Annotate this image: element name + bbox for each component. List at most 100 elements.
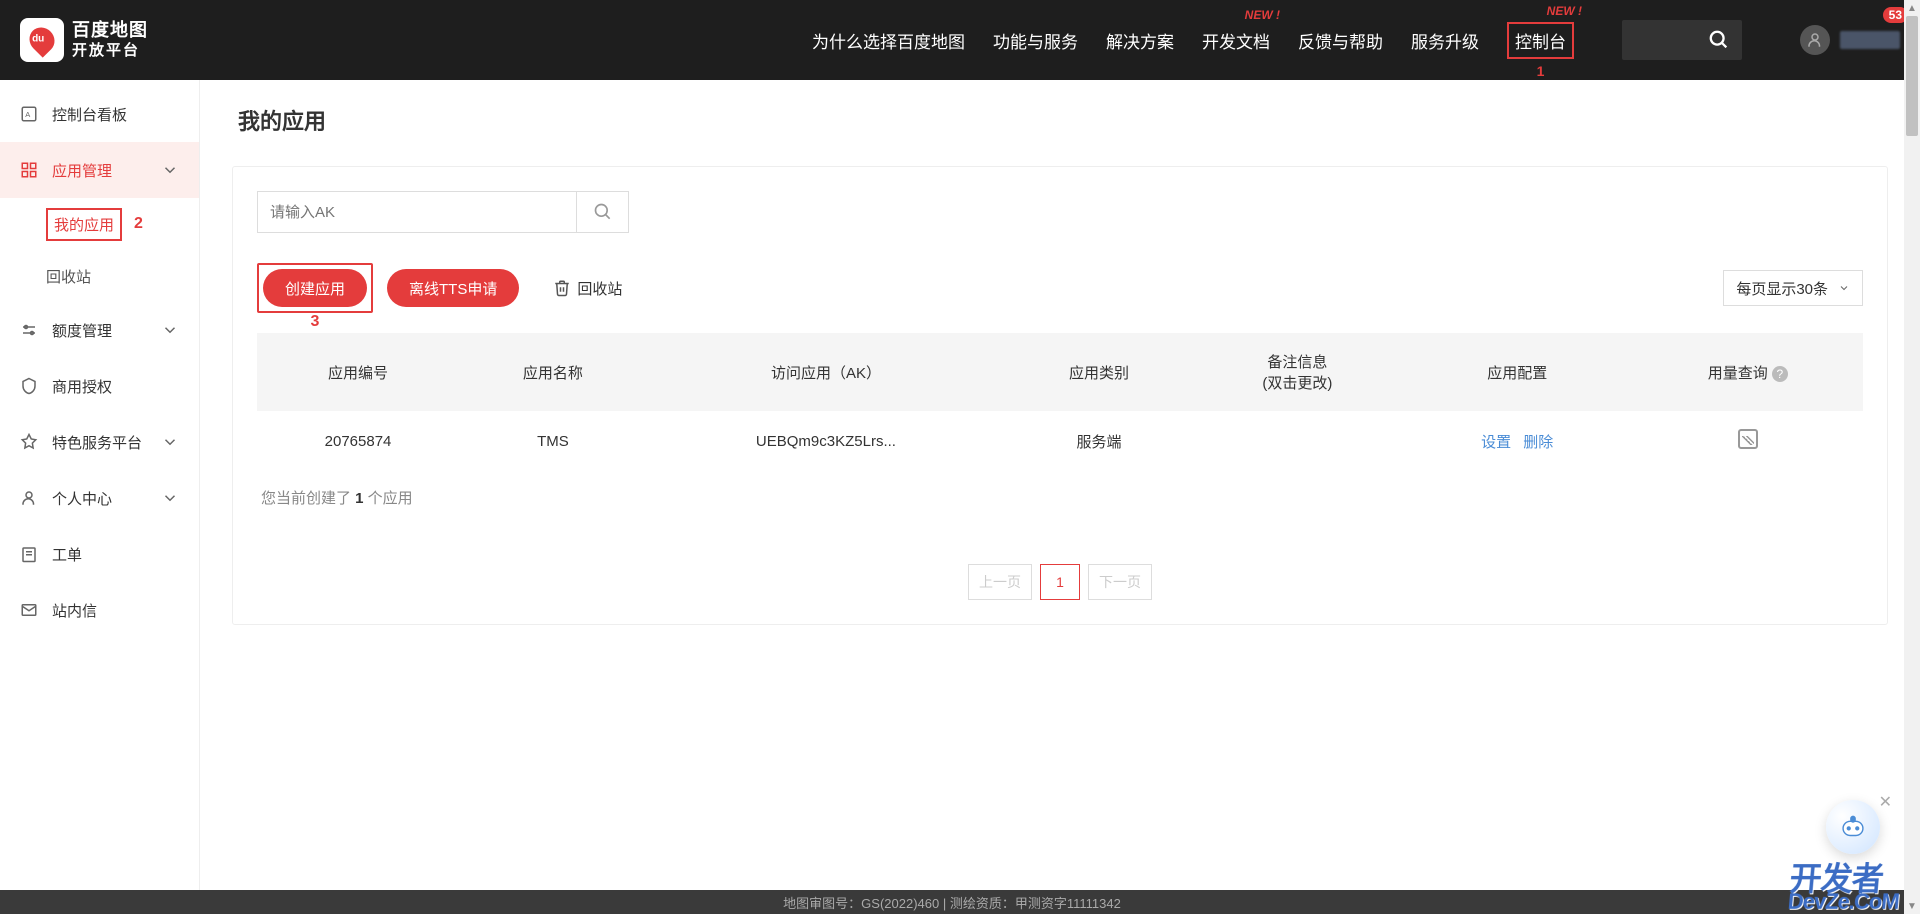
- nav-feedback[interactable]: 反馈与帮助: [1298, 28, 1383, 53]
- ak-input[interactable]: [257, 191, 577, 233]
- sidebar-recycle[interactable]: 回收站: [0, 250, 199, 302]
- th-type: 应用类别: [1005, 333, 1193, 411]
- cell-remark[interactable]: [1193, 411, 1402, 471]
- nav-solutions[interactable]: 解决方案: [1106, 28, 1174, 53]
- cell-id: 20765874: [257, 411, 459, 471]
- next-page-button[interactable]: 下一页: [1088, 564, 1152, 600]
- annotation-2: 2: [134, 215, 143, 233]
- sliders-icon: [20, 321, 38, 339]
- logo-icon: [20, 18, 64, 62]
- sidebar-special[interactable]: 特色服务平台: [0, 414, 199, 470]
- th-ak: 访问应用（AK）: [647, 333, 1005, 411]
- page-size-select[interactable]: 每页显示30条: [1723, 270, 1863, 306]
- scroll-up-icon[interactable]: ▲: [1904, 0, 1920, 16]
- sidebar-label: 应用管理: [52, 160, 112, 181]
- logo[interactable]: 百度地图 开放平台: [20, 18, 148, 62]
- new-badge: NEW !: [1245, 8, 1280, 22]
- robot-icon: [1836, 810, 1870, 844]
- th-id: 应用编号: [257, 333, 459, 411]
- sidebar-label: 工单: [52, 544, 82, 565]
- sidebar-label: 商用授权: [52, 376, 112, 397]
- header-search[interactable]: [1622, 20, 1742, 60]
- table-row: 20765874 TMS UEBQm9c3KZ5Lrs... 服务端 设置 删除: [257, 411, 1863, 471]
- ak-search-button[interactable]: [577, 191, 629, 233]
- nav-why[interactable]: 为什么选择百度地图: [812, 28, 965, 53]
- cell-config: 设置 删除: [1402, 411, 1633, 471]
- scrollbar-thumb[interactable]: [1906, 16, 1918, 136]
- annotation-3: 3: [311, 313, 320, 331]
- create-app-wrapper: 创建应用 3: [257, 263, 373, 313]
- sidebar-my-apps[interactable]: 我的应用 2: [0, 198, 199, 250]
- chart-icon[interactable]: [1738, 429, 1758, 449]
- nav-upgrade[interactable]: 服务升级: [1411, 28, 1479, 53]
- chatbot-close-button[interactable]: ✕: [1879, 792, 1892, 812]
- chevron-down-icon: [161, 489, 179, 507]
- user-area[interactable]: 53: [1800, 25, 1900, 55]
- sidebar-label: 额度管理: [52, 320, 112, 341]
- summary-text: 您当前创建了 1 个应用: [257, 471, 1863, 524]
- th-usage: 用量查询?: [1633, 333, 1863, 411]
- sidebar: A 控制台看板 应用管理 我的应用 2 回收站 额度管理 商用授权 特色服务平台: [0, 80, 200, 914]
- tts-apply-button[interactable]: 离线TTS申请: [387, 269, 519, 307]
- sidebar-label: 站内信: [52, 600, 97, 621]
- chatbot-button[interactable]: [1826, 800, 1880, 854]
- sidebar-label: 控制台看板: [52, 104, 127, 125]
- recycle-link[interactable]: 回收站: [553, 278, 622, 299]
- prev-page-button[interactable]: 上一页: [968, 564, 1032, 600]
- trash-icon: [553, 279, 571, 297]
- th-config: 应用配置: [1402, 333, 1633, 411]
- mail-icon: [20, 601, 38, 619]
- scroll-down-icon[interactable]: ▼: [1904, 898, 1920, 914]
- grid-icon: [20, 161, 38, 179]
- config-set-link[interactable]: 设置: [1481, 434, 1511, 451]
- sidebar-label: 特色服务平台: [52, 432, 142, 453]
- th-remark: 备注信息 (双击更改): [1193, 333, 1402, 411]
- cell-type: 服务端: [1005, 411, 1193, 471]
- dashboard-icon: A: [20, 105, 38, 123]
- top-nav: 为什么选择百度地图 功能与服务 解决方案 NEW ! 开发文档 反馈与帮助 服务…: [812, 20, 1900, 60]
- th-name: 应用名称: [459, 333, 647, 411]
- scrollbar[interactable]: ▲ ▼: [1904, 0, 1920, 914]
- page-title: 我的应用: [238, 104, 1888, 136]
- create-app-button[interactable]: 创建应用: [263, 269, 367, 307]
- sidebar-dashboard[interactable]: A 控制台看板: [0, 86, 199, 142]
- chevron-down-icon: [161, 321, 179, 339]
- cell-ak: UEBQm9c3KZ5Lrs...: [647, 411, 1005, 471]
- nav-console[interactable]: NEW ! 控制台 1: [1507, 22, 1574, 59]
- footer: 地图审图号：GS(2022)460 | 测绘资质：甲测资字11111342: [0, 890, 1904, 914]
- cell-usage[interactable]: [1633, 411, 1863, 471]
- logo-text: 百度地图 开放平台: [72, 20, 148, 60]
- search-icon: [593, 202, 613, 222]
- sidebar-quota[interactable]: 额度管理: [0, 302, 199, 358]
- sidebar-messages[interactable]: 站内信: [0, 582, 199, 638]
- annotation-1: 1: [1537, 63, 1545, 79]
- username-blurred: [1840, 31, 1900, 49]
- svg-text:A: A: [25, 110, 30, 119]
- search-icon: [1708, 29, 1730, 51]
- main-content: 我的应用 创建应用 3 离线TTS申请 回收站 每页显示30条: [200, 80, 1920, 914]
- sidebar-profile[interactable]: 个人中心: [0, 470, 199, 526]
- shield-icon: [20, 377, 38, 395]
- cell-name: TMS: [459, 411, 647, 471]
- tag-icon: [20, 433, 38, 451]
- help-icon[interactable]: ?: [1772, 366, 1788, 382]
- pagination: 上一页 1 下一页: [257, 564, 1863, 600]
- sidebar-tickets[interactable]: 工单: [0, 526, 199, 582]
- user-icon: [20, 489, 38, 507]
- nav-features[interactable]: 功能与服务: [993, 28, 1078, 53]
- sidebar-app-manage[interactable]: 应用管理: [0, 142, 199, 198]
- new-badge: NEW !: [1547, 4, 1582, 18]
- chevron-down-icon: [161, 161, 179, 179]
- avatar-icon: [1800, 25, 1830, 55]
- ticket-icon: [20, 545, 38, 563]
- nav-docs[interactable]: NEW ! 开发文档: [1202, 28, 1270, 53]
- sidebar-license[interactable]: 商用授权: [0, 358, 199, 414]
- watermark: 开发者 DevZe.CoM: [1787, 866, 1902, 912]
- page-1-button[interactable]: 1: [1040, 564, 1080, 600]
- top-header: 百度地图 开放平台 为什么选择百度地图 功能与服务 解决方案 NEW ! 开发文…: [0, 0, 1920, 80]
- apps-table: 应用编号 应用名称 访问应用（AK） 应用类别 备注信息 (双击更改) 应用配置…: [257, 333, 1863, 471]
- config-del-link[interactable]: 删除: [1523, 434, 1553, 451]
- chevron-down-icon: [1838, 282, 1850, 294]
- chevron-down-icon: [161, 433, 179, 451]
- sidebar-label: 个人中心: [52, 488, 112, 509]
